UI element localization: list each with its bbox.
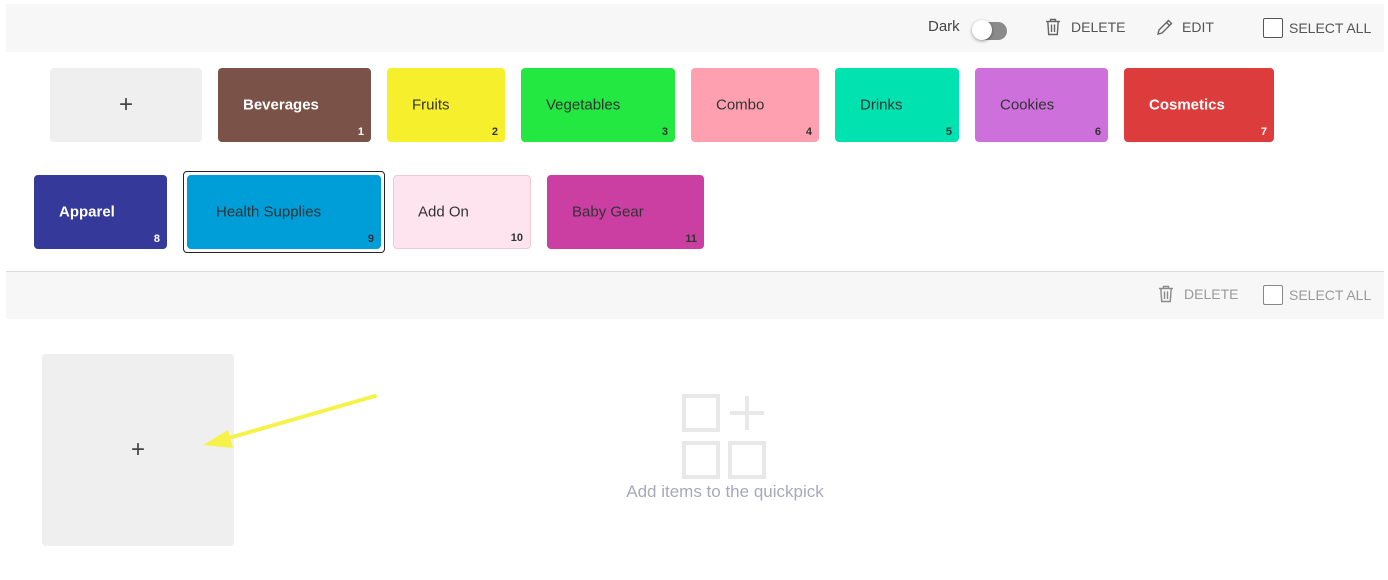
plus-icon: +	[118, 91, 133, 118]
delete-button[interactable]: DELETE	[1045, 18, 1125, 36]
category-index: 8	[153, 233, 160, 245]
category-tile-fruits[interactable]: Fruits 2	[387, 68, 505, 142]
category-tile-health-supplies[interactable]: Health Supplies 9	[187, 175, 381, 249]
dark-mode-label: Dark	[928, 18, 960, 35]
category-name: Apparel	[59, 203, 115, 221]
category-name: Drinks	[860, 96, 903, 114]
category-index: 11	[685, 233, 697, 245]
quickpick-select-all-button[interactable]: SELECT ALL	[1263, 285, 1371, 305]
edit-label: EDIT	[1182, 19, 1214, 35]
category-tile-apparel[interactable]: Apparel 8	[34, 175, 167, 249]
dark-mode-toggle[interactable]	[972, 20, 1007, 40]
empty-state-message: Add items to the quickpick	[626, 482, 824, 501]
grid-add-icon	[682, 394, 766, 479]
select-all-checkbox[interactable]	[1263, 18, 1283, 38]
category-name: Add On	[418, 203, 469, 221]
select-all-label: SELECT ALL	[1289, 20, 1372, 36]
delete-label: DELETE	[1184, 286, 1239, 302]
category-index: 7	[1260, 126, 1267, 138]
category-tile-combo[interactable]: Combo 4	[691, 68, 819, 142]
category-index: 10	[510, 232, 523, 244]
category-tile-vegetables[interactable]: Vegetables 3	[521, 68, 675, 142]
add-category-tile[interactable]: +	[50, 68, 202, 142]
delete-label: DELETE	[1071, 19, 1126, 35]
quickpick-delete-button[interactable]: DELETE	[1158, 285, 1238, 303]
category-name: Cosmetics	[1149, 96, 1225, 114]
category-index: 5	[945, 126, 952, 138]
edit-button[interactable]: EDIT	[1156, 18, 1214, 36]
category-index: 1	[357, 126, 364, 138]
select-all-label: SELECT ALL	[1289, 287, 1372, 303]
category-index: 3	[661, 126, 668, 138]
toggle-knob	[972, 20, 992, 40]
category-index: 9	[367, 233, 374, 245]
category-name: Vegetables	[546, 96, 621, 114]
category-name: Fruits	[412, 96, 450, 114]
category-name: Combo	[716, 96, 765, 114]
quickpick-toolbar: DELETE SELECT ALL	[6, 271, 1384, 319]
select-all-checkbox[interactable]	[1263, 285, 1283, 305]
category-name: Health Supplies	[216, 203, 322, 221]
category-toolbar: Dark DELETE EDIT SELECT ALL	[6, 4, 1384, 52]
quickpick-empty-state: Add items to the quickpick	[560, 390, 890, 502]
pencil-icon	[1156, 18, 1174, 36]
category-name: Baby Gear	[572, 203, 644, 221]
category-index: 6	[1094, 126, 1101, 138]
trash-icon	[1045, 18, 1061, 36]
category-tile-cosmetics[interactable]: Cosmetics 7	[1124, 68, 1274, 142]
category-index: 4	[805, 126, 812, 138]
arrow-annotation	[203, 394, 377, 448]
category-tile-add-on[interactable]: Add On 10	[393, 175, 531, 249]
category-tile-baby-gear[interactable]: Baby Gear 11	[547, 175, 704, 249]
category-index: 2	[491, 126, 498, 138]
category-tile-beverages[interactable]: Beverages 1	[218, 68, 371, 142]
select-all-button[interactable]: SELECT ALL	[1263, 18, 1371, 38]
plus-icon: +	[130, 436, 145, 463]
category-name: Cookies	[1000, 96, 1055, 114]
category-name: Beverages	[243, 96, 319, 114]
trash-icon	[1158, 285, 1174, 303]
category-tile-cookies[interactable]: Cookies 6	[975, 68, 1108, 142]
category-tile-drinks[interactable]: Drinks 5	[835, 68, 959, 142]
